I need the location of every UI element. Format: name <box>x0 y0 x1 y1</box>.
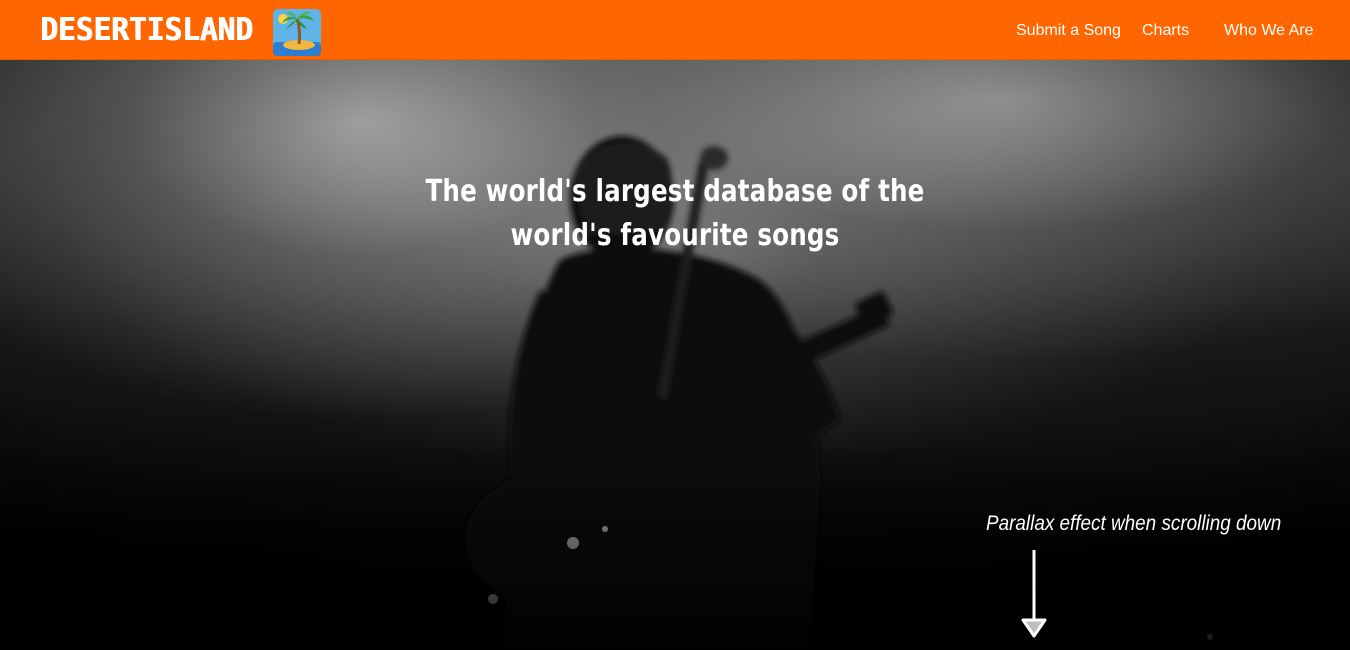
nav-link-submit-a-song[interactable]: Submit a Song <box>1016 22 1121 40</box>
hero-headline: The world's largest database of the worl… <box>425 174 925 253</box>
main-nav: Submit a Song Charts Who We Are <box>0 0 1350 60</box>
guitarist-background-photo <box>0 60 1350 650</box>
nav-link-who-we-are[interactable]: Who We Are <box>1224 22 1314 40</box>
nav-link-charts[interactable]: Charts <box>1142 22 1189 40</box>
down-arrow-icon <box>1021 550 1047 638</box>
top-navbar: DESERTISLAND Submit a Song Charts Who We… <box>0 0 1350 60</box>
hero-section: The world's largest database of the worl… <box>0 60 1350 650</box>
parallax-annotation: Parallax effect when scrolling down <box>986 512 1282 535</box>
